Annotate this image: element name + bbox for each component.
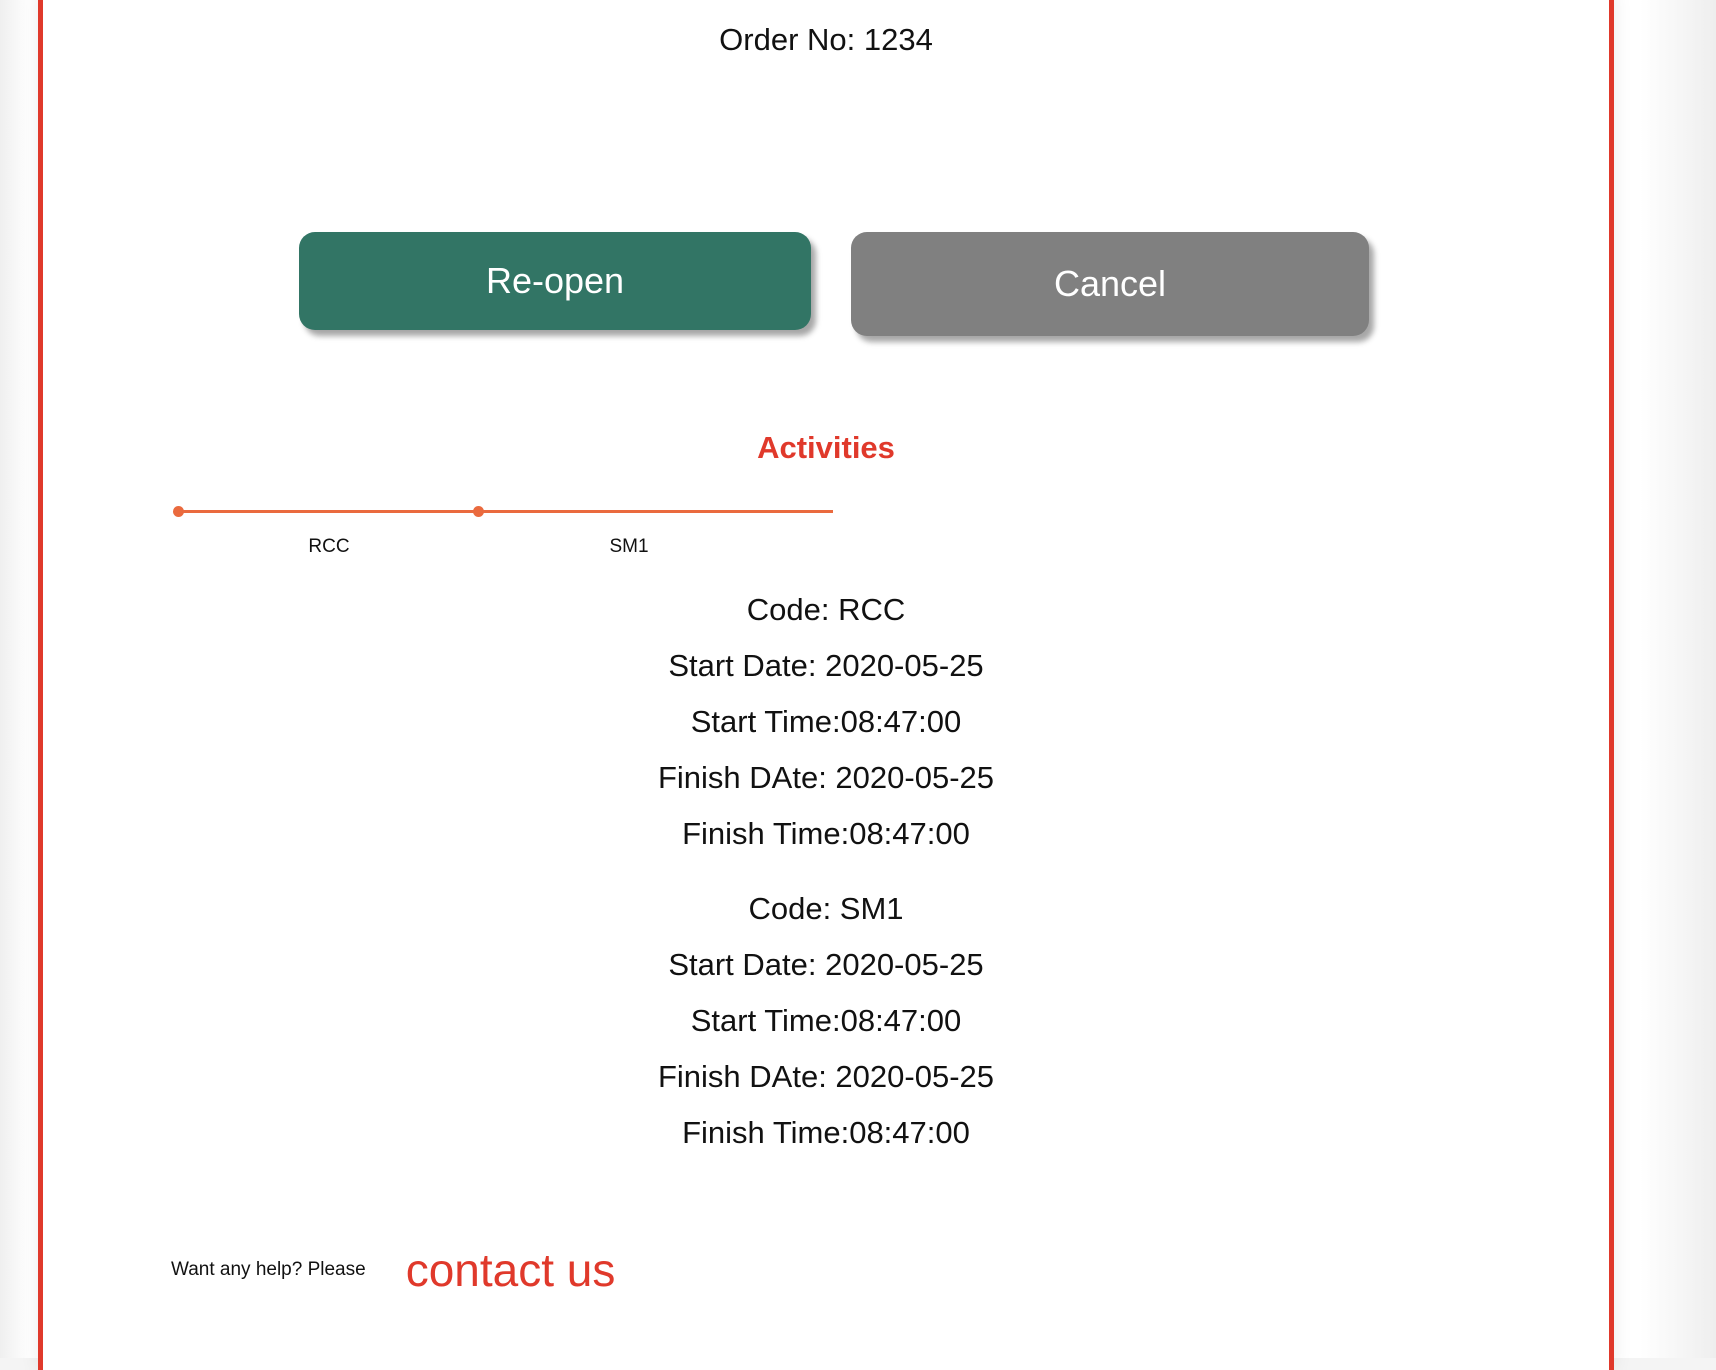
order-number-title: Order No: 1234	[719, 22, 933, 57]
contact-us-link[interactable]: contact us	[406, 1243, 616, 1297]
activity-start-date: Start Date: 2020-05-25	[668, 648, 984, 683]
activity-details-sm1: Code: SM1 Start Date: 2020-05-25 Start T…	[43, 881, 1609, 1161]
timeline-dot-sm1	[473, 506, 484, 517]
reopen-button[interactable]: Re-open	[299, 232, 811, 330]
activity-finish-time: Finish Time:08:47:00	[682, 1115, 970, 1150]
activities-timeline: RCC SM1	[173, 500, 873, 560]
activity-start-time: Start Time:08:47:00	[690, 704, 962, 739]
activity-code: Code: SM1	[748, 891, 904, 926]
activity-start-time: Start Time:08:47:00	[690, 1003, 962, 1038]
help-row: Want any help? Please contact us	[171, 1235, 615, 1305]
activities-heading: Activities	[757, 430, 895, 465]
timeline-label-rcc: RCC	[308, 536, 350, 557]
timeline-dot-rcc	[173, 506, 184, 517]
help-prompt: Want any help? Please	[171, 1259, 366, 1280]
activity-finish-date: Finish DAte: 2020-05-25	[657, 760, 995, 795]
activity-details-rcc: Code: RCC Start Date: 2020-05-25 Start T…	[43, 582, 1609, 862]
activity-start-date: Start Date: 2020-05-25	[668, 947, 984, 982]
activity-finish-date: Finish DAte: 2020-05-25	[657, 1059, 995, 1094]
order-panel: Order No: 1234 Re-open Cancel Activities…	[38, 0, 1614, 1370]
activity-code: Code: RCC	[746, 592, 906, 627]
timeline-label-sm1: SM1	[609, 536, 649, 557]
timeline-line	[177, 510, 833, 513]
cancel-button[interactable]: Cancel	[851, 232, 1369, 336]
activity-finish-time: Finish Time:08:47:00	[682, 816, 970, 851]
